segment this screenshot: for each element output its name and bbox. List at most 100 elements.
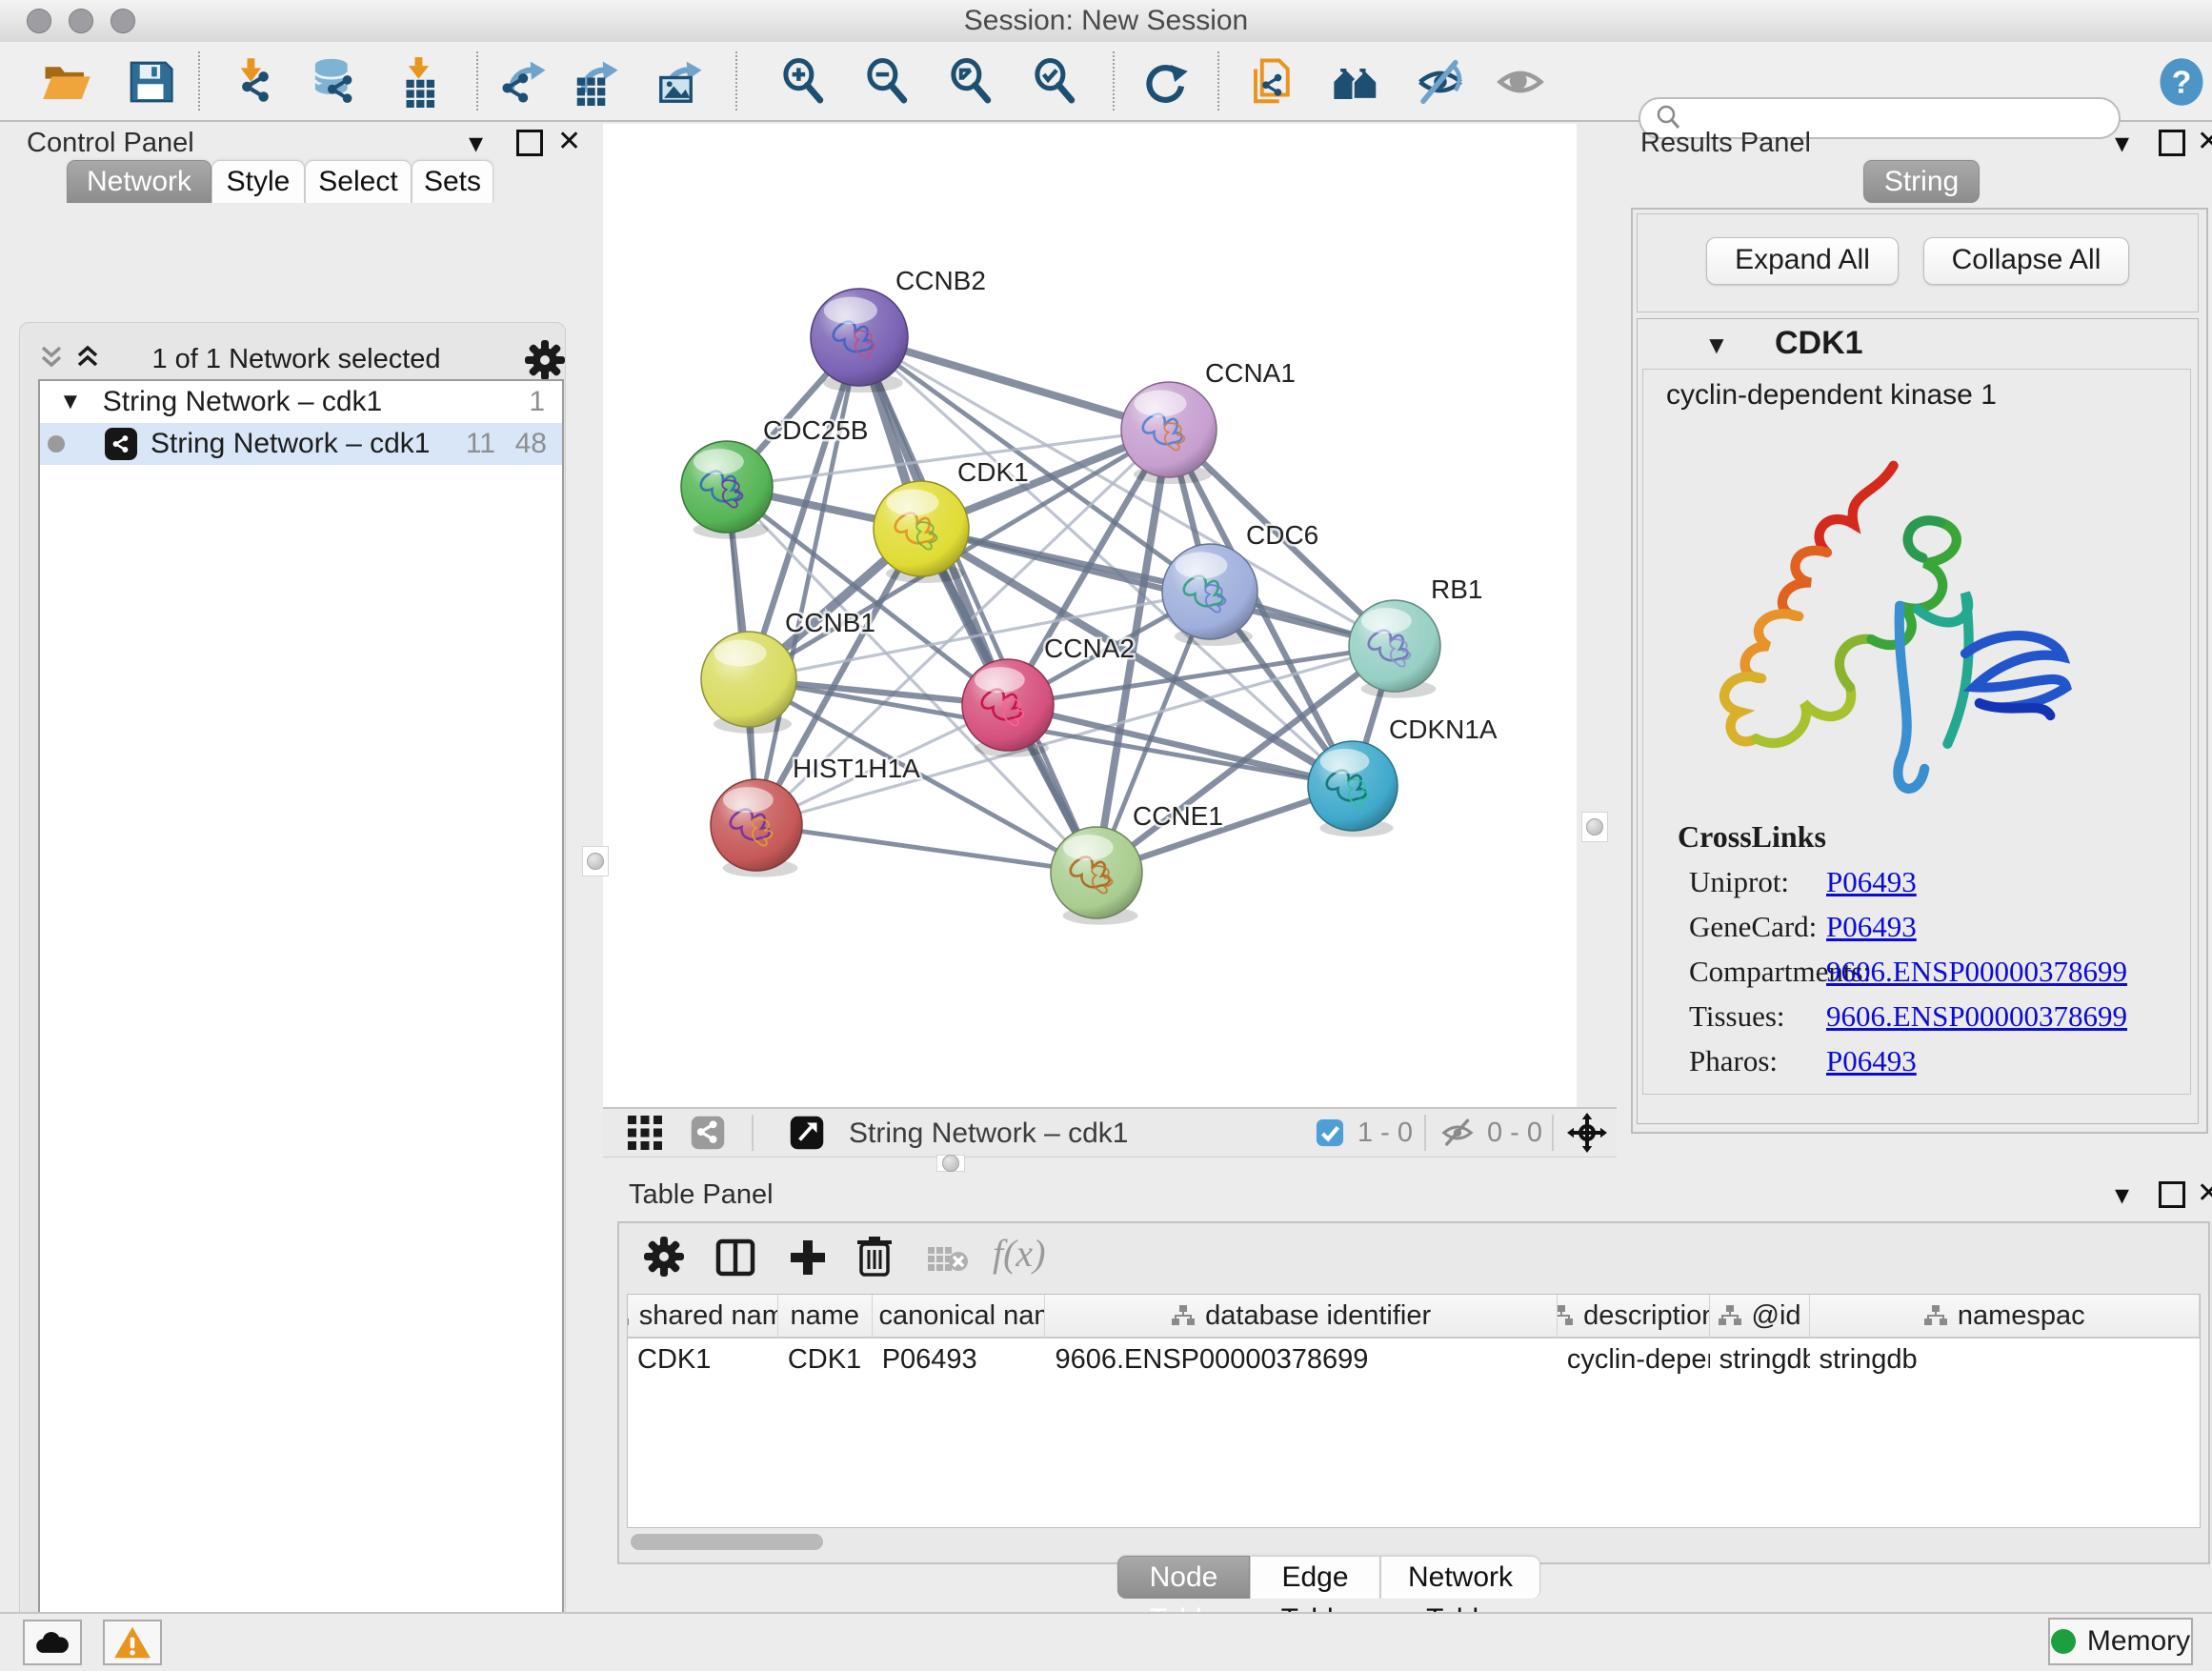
- zoom-fit-icon[interactable]: [945, 55, 998, 109]
- left-splitter-handle[interactable]: [582, 846, 609, 876]
- column-header-shared-name[interactable]: shared name: [628, 1295, 778, 1337]
- zoom-out-icon[interactable]: [861, 55, 915, 109]
- node-label-HIST1H1A: HIST1H1A: [793, 754, 920, 783]
- network-tree-root-row[interactable]: ▼ String Network – cdk1 1: [40, 381, 562, 423]
- table-options-gear-icon[interactable]: [644, 1237, 684, 1281]
- close-panel-icon[interactable]: ✕: [2197, 1179, 2212, 1208]
- import-network-file-icon[interactable]: [225, 55, 278, 109]
- crosslink-link[interactable]: P06493: [1826, 910, 1917, 944]
- table-row[interactable]: CDK1CDK1P064939606.ENSP00000378699cyclin…: [628, 1339, 2200, 1380]
- export-image-icon[interactable]: [654, 55, 707, 109]
- delete-column-icon[interactable]: [855, 1235, 894, 1283]
- export-network-icon[interactable]: [497, 55, 551, 109]
- open-file-icon[interactable]: [40, 55, 93, 109]
- toolbar-separator: [735, 51, 737, 111]
- add-column-icon[interactable]: [787, 1237, 829, 1283]
- save-session-icon[interactable]: [124, 55, 177, 109]
- column-header-database-identifier[interactable]: database identifier: [1045, 1295, 1557, 1337]
- close-panel-icon[interactable]: ✕: [2197, 128, 2212, 156]
- network-node-RB1[interactable]: RB1: [1349, 574, 1482, 698]
- warnings-button[interactable]: [103, 1620, 162, 1665]
- first-neighbors-icon[interactable]: [1330, 55, 1383, 109]
- export-table-icon[interactable]: [570, 55, 623, 109]
- crosslink-link[interactable]: P06493: [1826, 865, 1917, 899]
- close-panel-icon[interactable]: ✕: [557, 128, 581, 156]
- column-header-namespac[interactable]: namespac: [1810, 1295, 2201, 1337]
- tab-network[interactable]: Network: [67, 160, 211, 203]
- selected-checkbox-icon[interactable]: [1316, 1118, 1344, 1152]
- expand-all-button[interactable]: Expand All: [1706, 237, 1899, 285]
- birdseye-view-icon[interactable]: [628, 1116, 662, 1155]
- cytoscape-window: Session: New Session ? Control Panel: [0, 0, 2212, 1671]
- crosslink-link[interactable]: 9606.ENSP00000378699: [1826, 955, 2127, 989]
- network-canvas[interactable]: CCNB2CCNA1CDC25BCDK1CDC6RB1CCNB1CCNA2CDK…: [603, 124, 1577, 1107]
- collapse-all-button[interactable]: Collapse All: [1923, 237, 2129, 285]
- tab-style[interactable]: Style: [211, 160, 305, 203]
- cloud-button[interactable]: [23, 1620, 82, 1665]
- cell[interactable]: cyclin-dependent ...: [1558, 1339, 1710, 1380]
- network-name-label: String Network – cdk1: [151, 428, 430, 460]
- network-node-CDKN1A[interactable]: CDKN1A: [1308, 715, 1498, 837]
- horizontal-scrollbar-thumb[interactable]: [631, 1534, 823, 1550]
- tab-edge-table[interactable]: Edge Table: [1250, 1556, 1380, 1599]
- tree-caret-icon[interactable]: ▼: [59, 389, 82, 415]
- crosslink-link[interactable]: 9606.ENSP00000378699: [1826, 999, 2127, 1034]
- cell[interactable]: P06493: [873, 1339, 1046, 1380]
- collapse-all-networks-icon[interactable]: [37, 344, 66, 375]
- network-tree-row-selected[interactable]: String Network – cdk1 11 48: [40, 423, 562, 465]
- show-columns-icon[interactable]: [714, 1237, 756, 1283]
- column-header-description[interactable]: description: [1558, 1295, 1710, 1337]
- network-edge-CCNB2-HIST1H1A[interactable]: [756, 337, 859, 825]
- open-in-window-icon[interactable]: [790, 1116, 824, 1155]
- protein-structure-image: [1689, 450, 2089, 831]
- cell[interactable]: 9606.ENSP00000378699: [1045, 1339, 1557, 1380]
- apply-layout-icon[interactable]: [1137, 55, 1191, 109]
- clone-network-icon[interactable]: [1246, 55, 1299, 109]
- import-table-file-icon[interactable]: [392, 55, 446, 109]
- network-node-HIST1H1A[interactable]: HIST1H1A: [711, 754, 920, 877]
- network-node-CDC25B[interactable]: CDC25B: [681, 415, 868, 539]
- import-network-database-icon[interactable]: [307, 55, 360, 109]
- column-header-canonical-name[interactable]: canonical name: [873, 1295, 1046, 1337]
- expand-all-networks-icon[interactable]: [73, 344, 102, 375]
- float-panel-icon[interactable]: [2159, 1181, 2185, 1214]
- cell[interactable]: stringdb: [1810, 1339, 2201, 1380]
- network-status-dot: [48, 435, 65, 453]
- tab-string[interactable]: String: [1863, 160, 1980, 203]
- zoom-in-icon[interactable]: [777, 55, 831, 109]
- hidden-eye-icon[interactable]: [1439, 1118, 1476, 1152]
- network-view-statusbar: String Network – cdk1 1 - 0 0 - 0: [603, 1107, 1617, 1158]
- network-node-CDK1[interactable]: CDK1: [874, 457, 1029, 583]
- network-node-CCNE1[interactable]: CCNE1: [1051, 801, 1223, 925]
- network-edge-HIST1H1A-CCNE1[interactable]: [756, 825, 1096, 873]
- collapse-panel-icon[interactable]: ▾: [2115, 1181, 2129, 1210]
- zoom-selected-icon[interactable]: [1029, 55, 1082, 109]
- tab-network-table[interactable]: Network Table: [1380, 1556, 1540, 1599]
- main-toolbar: ?: [0, 42, 2212, 122]
- memory-button[interactable]: Memory: [2048, 1618, 2193, 1665]
- network-node-CCNB1[interactable]: CCNB1: [701, 608, 875, 734]
- crosslink-link[interactable]: P06493: [1826, 1044, 1917, 1078]
- right-splitter-handle[interactable]: [1581, 812, 1608, 842]
- help-icon[interactable]: ?: [2155, 55, 2208, 109]
- network-options-gear-icon[interactable]: [525, 340, 565, 385]
- column-header-name[interactable]: name: [778, 1295, 873, 1337]
- tab-select[interactable]: Select: [305, 160, 412, 203]
- hide-selected-icon[interactable]: [1414, 55, 1467, 109]
- column-header--id[interactable]: @id: [1710, 1295, 1810, 1337]
- cell[interactable]: CDK1: [778, 1339, 873, 1380]
- collapse-panel-icon[interactable]: ▾: [2115, 130, 2129, 158]
- move-network-icon[interactable]: [1567, 1113, 1607, 1158]
- collapse-panel-icon[interactable]: ▾: [469, 130, 483, 158]
- cell[interactable]: CDK1: [628, 1339, 778, 1380]
- float-panel-icon[interactable]: [516, 130, 543, 162]
- section-caret-icon[interactable]: ▼: [1704, 331, 1729, 360]
- cell[interactable]: stringdb:9...: [1710, 1339, 1810, 1380]
- tab-node-table[interactable]: Node Table: [1117, 1556, 1250, 1599]
- network-node-CDC6[interactable]: CDC6: [1162, 520, 1318, 646]
- network-edge-CDK1-RB1[interactable]: [921, 529, 1395, 646]
- tab-sets[interactable]: Sets: [412, 160, 493, 203]
- network-edge-CCNB2-CCNE1[interactable]: [859, 337, 1096, 873]
- float-panel-icon[interactable]: [2159, 130, 2185, 162]
- crosslink-row: GeneCard:P06493: [1643, 910, 2190, 955]
